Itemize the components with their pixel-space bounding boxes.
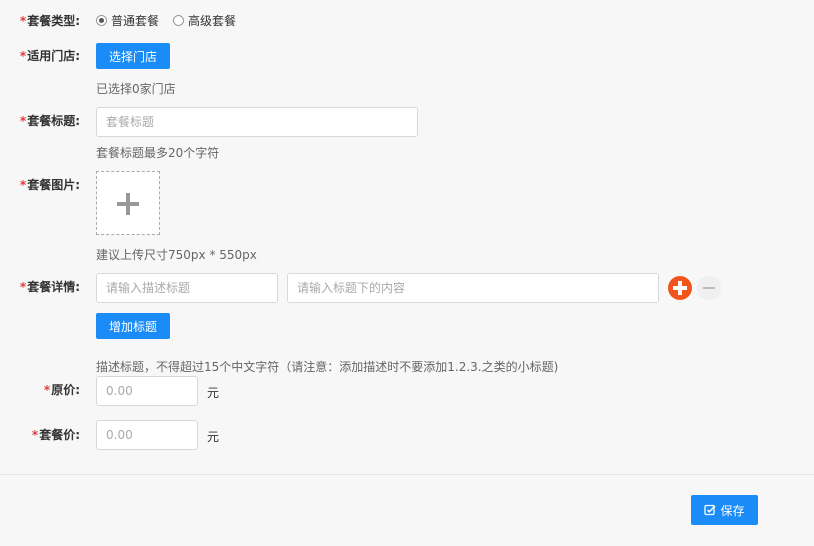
original-price-label: *原价: (43, 383, 80, 397)
image-hint: 建议上传尺寸750px * 550px (96, 248, 257, 262)
save-label: 保存 (720, 503, 745, 518)
image-label: *套餐图片: (19, 178, 80, 192)
radio-normal-label[interactable]: 普通套餐 (111, 14, 159, 28)
original-price-input[interactable] (96, 376, 198, 406)
details-label: *套餐详情: (19, 280, 80, 294)
package-price-unit: 元 (207, 430, 220, 444)
title-label: *套餐标题: (19, 114, 80, 128)
package-price-input[interactable] (96, 420, 198, 450)
image-upload-box[interactable] (96, 171, 160, 235)
radio-premium-package[interactable] (173, 15, 184, 26)
select-stores-button[interactable]: 选择门店 (96, 43, 170, 69)
details-hint: 描述标题，不得超过15个中文字符（请注意：添加描述时不要添加1.2.3.之类的小… (96, 360, 559, 374)
add-detail-button[interactable] (668, 276, 692, 300)
edit-check-icon (704, 504, 717, 516)
detail-content-input[interactable] (287, 273, 659, 303)
add-title-button[interactable]: 增加标题 (96, 313, 170, 339)
stores-hint: 已选择0家门店 (96, 82, 176, 96)
title-input[interactable] (96, 107, 418, 137)
detail-title-input[interactable] (96, 273, 278, 303)
save-button[interactable]: 保存 (691, 495, 758, 525)
stores-label: *适用门店: (19, 49, 80, 63)
package-price-label: *套餐价: (31, 428, 80, 442)
package-type-label: *套餐类型: (19, 14, 80, 28)
radio-normal-package[interactable] (96, 15, 107, 26)
radio-premium-label[interactable]: 高级套餐 (188, 14, 236, 28)
remove-detail-button[interactable] (697, 276, 721, 300)
title-hint: 套餐标题最多20个字符 (96, 146, 220, 160)
footer-divider (0, 474, 814, 475)
original-price-unit: 元 (207, 386, 220, 400)
